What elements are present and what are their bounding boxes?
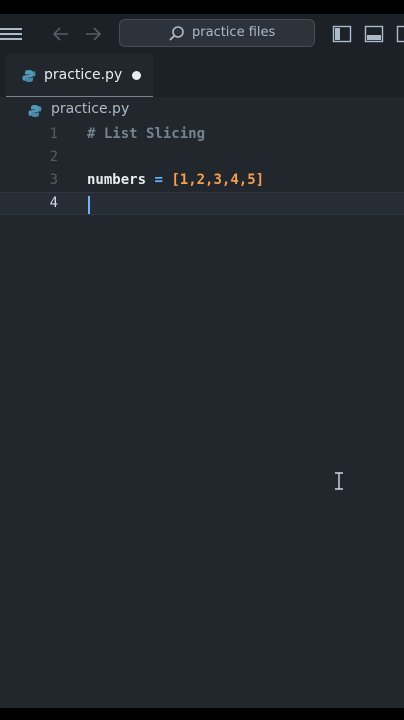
status-strip-top <box>0 0 404 14</box>
arrow-right-icon[interactable] <box>82 24 104 44</box>
list-close-bracket: ] <box>255 172 265 188</box>
python-file-icon <box>28 103 42 117</box>
code-statement: numbers = [1,2,3,4,5] <box>87 169 264 192</box>
tab-label: practice.py <box>44 67 123 83</box>
editor-tab-bar: practice.py <box>0 54 404 97</box>
title-bar: practice files <box>0 14 404 54</box>
line-number: 2 <box>49 149 58 165</box>
code-line[interactable]: 1 # List Slicing <box>0 123 404 146</box>
toggle-panel-icon[interactable] <box>364 24 384 44</box>
unsaved-dot-icon[interactable] <box>132 71 141 80</box>
arrow-left-icon[interactable] <box>50 24 72 44</box>
code-editor[interactable]: 1 # List Slicing 2 3 numbers = [1,2,3,4,… <box>0 123 404 708</box>
toggle-secondary-sidebar-icon[interactable] <box>396 24 404 44</box>
python-file-icon <box>22 68 36 82</box>
comment-text: # List Slicing <box>87 126 206 142</box>
text-cursor <box>88 196 90 214</box>
search-icon <box>168 25 186 43</box>
line-number: 3 <box>49 172 58 188</box>
menu-icon[interactable] <box>0 24 24 44</box>
list-open-bracket: [ <box>171 172 180 188</box>
ibeam-cursor-icon <box>333 472 345 490</box>
line-number: 4 <box>49 195 58 211</box>
code-line-active[interactable]: 4 <box>0 192 404 215</box>
breadcrumb: practice.py <box>0 97 404 123</box>
code-line[interactable]: 3 numbers = [1,2,3,4,5] <box>0 169 404 192</box>
breadcrumb-file[interactable]: practice.py <box>51 101 129 117</box>
vscode-window: practice files practice.py practice.py 1… <box>0 0 404 720</box>
tab-practice-py[interactable]: practice.py <box>6 54 153 97</box>
assign-operator: = <box>154 172 163 188</box>
line-number: 1 <box>49 126 58 142</box>
variable-name: numbers <box>87 172 147 188</box>
code-line[interactable]: 2 <box>0 146 404 169</box>
toggle-sidebar-icon[interactable] <box>332 24 352 44</box>
command-center-search[interactable]: practice files <box>119 19 315 47</box>
list-values: 1,2,3,4,5 <box>179 172 256 188</box>
search-placeholder: practice files <box>192 25 276 40</box>
status-strip-bottom <box>0 708 404 720</box>
